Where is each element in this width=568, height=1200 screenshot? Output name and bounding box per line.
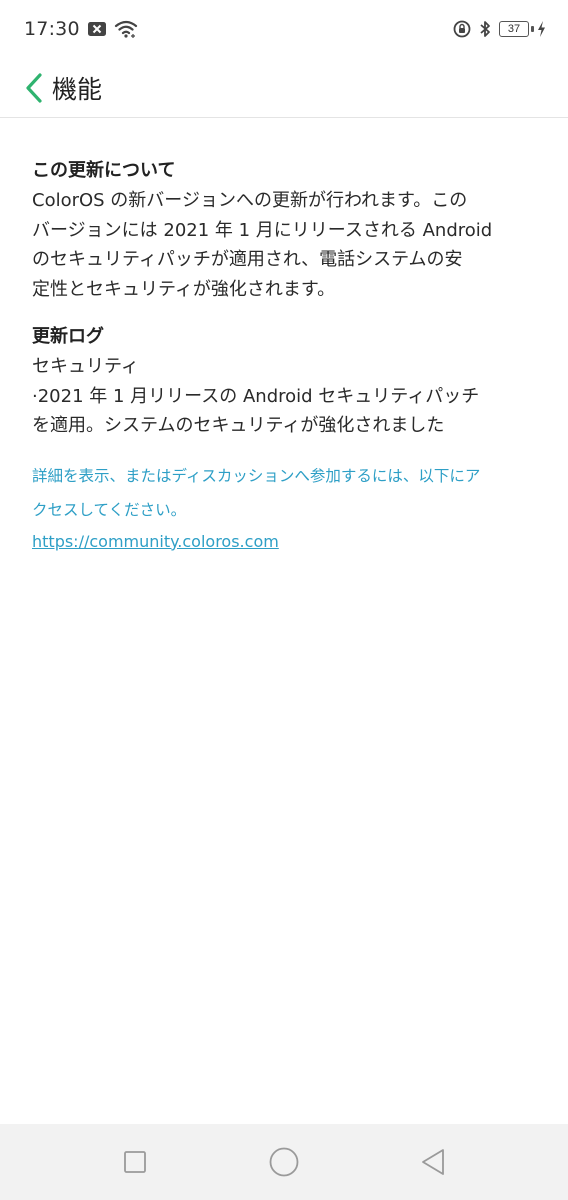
more-info-line: 詳細を表示、またはディスカッションへ参加するには、以下にア <box>32 466 481 485</box>
back-nav-button[interactable] <box>403 1132 463 1192</box>
more-info-line: クセスしてください。 <box>32 500 187 519</box>
battery-tip <box>531 26 534 32</box>
about-text: ColorOS の新バージョンへの更新が行われます。この バージョンには 202… <box>32 186 542 304</box>
status-right: 37 <box>453 20 546 38</box>
changelog-line: ·2021 年 1 月リリースの Android セキュリティパッチ <box>32 385 480 407</box>
recents-square-icon <box>123 1151 146 1173</box>
about-line: 定性とセキュリティが強化されます。 <box>32 278 336 300</box>
community-link[interactable]: https://community.coloros.com <box>32 529 279 555</box>
notification-x-icon <box>87 22 106 36</box>
changelog-section: 更新ログ セキュリティ ·2021 年 1 月リリースの Android セキュ… <box>32 322 542 441</box>
changelog-line: を適用。システムのセキュリティが強化されました <box>32 415 445 436</box>
home-circle-icon <box>269 1147 299 1177</box>
charging-icon <box>538 21 545 37</box>
about-line: のセキュリティパッチが適用され、電話システムの安 <box>32 249 463 270</box>
about-section: この更新について ColorOS の新バージョンへの更新が行われます。この バー… <box>32 156 542 304</box>
bluetooth-icon <box>479 20 491 38</box>
chevron-left-icon <box>26 72 42 103</box>
recents-button[interactable] <box>105 1132 165 1192</box>
page-title: 機能 <box>52 74 103 104</box>
changelog-text: セキュリティ ·2021 年 1 月リリースの Android セキュリティパッ… <box>32 352 542 441</box>
screen: 17:30 37 機能 この更新について ColorOS の新バージョンへの更新… <box>0 0 568 1200</box>
rotation-lock-icon <box>453 20 471 38</box>
app-header: 機能 <box>0 58 568 118</box>
more-info-text: 詳細を表示、またはディスカッションへ参加するには、以下にア クセスしてください。 <box>32 459 542 527</box>
back-triangle-icon <box>422 1149 445 1175</box>
about-line: ColorOS の新バージョンへの更新が行われます。この <box>32 190 468 211</box>
changelog-line: セキュリティ <box>32 356 139 377</box>
content: この更新について ColorOS の新バージョンへの更新が行われます。この バー… <box>32 156 542 555</box>
status-time: 17:30 <box>24 18 80 40</box>
home-button[interactable] <box>254 1132 314 1192</box>
status-left: 17:30 <box>24 18 138 40</box>
battery-level: 37 <box>499 21 529 37</box>
navigation-bar <box>0 1124 568 1200</box>
status-bar: 17:30 37 <box>0 0 568 58</box>
changelog-title: 更新ログ <box>32 326 104 347</box>
back-button[interactable] <box>12 66 56 110</box>
about-line: バージョンには 2021 年 1 月にリリースされる Android <box>32 219 493 241</box>
battery-icon: 37 <box>499 21 546 37</box>
about-title: この更新について <box>32 160 176 181</box>
wifi-icon <box>114 20 138 38</box>
